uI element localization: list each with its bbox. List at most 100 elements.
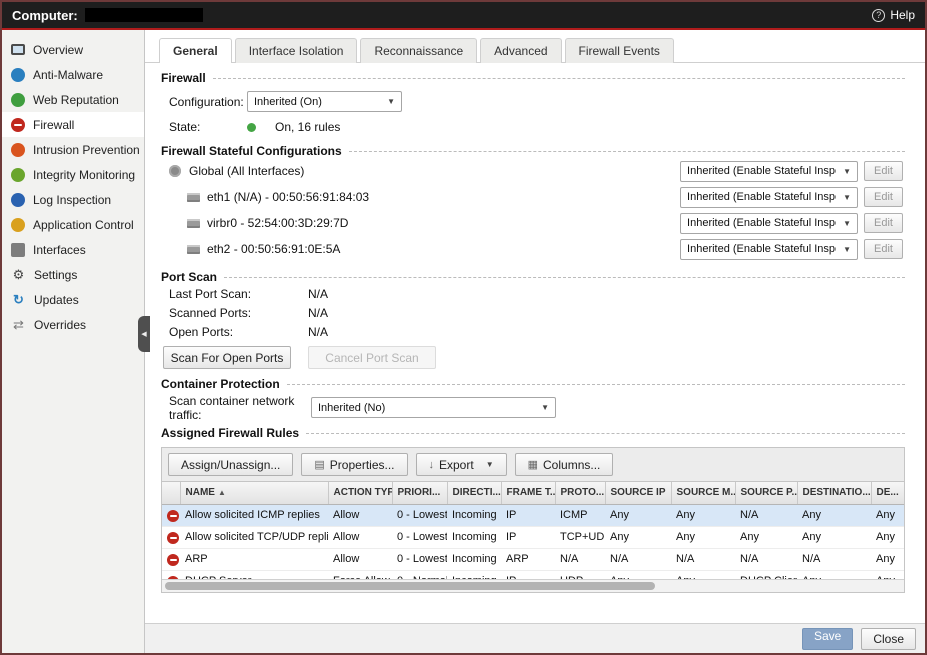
chevron-down-icon: ▼ xyxy=(541,403,549,412)
sidebar-item-label: Integrity Monitoring xyxy=(33,168,135,182)
container-traffic-label: Scan container network traffic: xyxy=(169,394,311,422)
cancel-port-scan-button: Cancel Port Scan xyxy=(308,346,436,369)
column-header-direction[interactable]: DIRECTI... xyxy=(447,482,501,504)
help-button[interactable]: ? Help xyxy=(872,8,915,22)
stateful-dropdown-virbr0[interactable]: Inherited (Enable Stateful Inspection ▼ xyxy=(680,213,858,234)
column-header-source-port[interactable]: SOURCE P... xyxy=(735,482,797,504)
section-title-text: Assigned Firewall Rules xyxy=(161,426,299,440)
assign-unassign-button[interactable]: Assign/Unassign... xyxy=(168,453,293,476)
sidebar-item-settings[interactable]: ⚙ Settings xyxy=(2,262,144,287)
table-row[interactable]: Allow solicited ICMP repliesAllow 0 - Lo… xyxy=(162,504,904,526)
close-button[interactable]: Close xyxy=(861,628,916,650)
sidebar-item-label: Overview xyxy=(33,43,83,57)
column-header-priority[interactable]: PRIORI... xyxy=(392,482,447,504)
state-value: On, 16 rules xyxy=(275,120,340,134)
container-traffic-value: Inherited (No) xyxy=(318,402,534,414)
column-header-destination[interactable]: DESTINATIO... xyxy=(797,482,871,504)
sidebar-item-label: Updates xyxy=(34,293,79,307)
tab-advanced[interactable]: Advanced xyxy=(480,38,561,63)
table-row[interactable]: DHCP ServerForce Allow 0 - NormalIncomin… xyxy=(162,570,904,579)
stateful-dropdown-eth1[interactable]: Inherited (Enable Stateful Inspection ▼ xyxy=(680,187,858,208)
columns-icon: ▦ xyxy=(528,458,538,471)
tab-label: Interface Isolation xyxy=(249,44,344,58)
rules-horizontal-scrollbar[interactable] xyxy=(162,579,904,592)
scanned-ports-value: N/A xyxy=(308,306,328,320)
help-label: Help xyxy=(890,8,915,22)
sidebar-item-interfaces[interactable]: Interfaces xyxy=(2,237,144,262)
sidebar-item-label: Firewall xyxy=(33,118,74,132)
chevron-down-icon: ▼ xyxy=(843,245,851,254)
column-header-source-mac[interactable]: SOURCE M... xyxy=(671,482,735,504)
column-header-name[interactable]: NAME▲ xyxy=(180,482,328,504)
sidebar-item-updates[interactable]: ↻ Updates xyxy=(2,287,144,312)
stateful-row-label: eth1 (N/A) - 00:50:56:91:84:03 xyxy=(207,190,369,204)
tab-firewall-events[interactable]: Firewall Events xyxy=(565,38,674,63)
stateful-row-label: eth2 - 00:50:56:91:0E:5A xyxy=(207,242,340,256)
sidebar: Overview Anti-Malware Web Reputation Fir… xyxy=(2,30,145,653)
button-label: Assign/Unassign... xyxy=(181,458,280,472)
table-row[interactable]: ARPAllow 0 - LowestIncoming ARPN/A N/AN/… xyxy=(162,548,904,570)
container-protection-section-title: Container Protection xyxy=(161,377,905,391)
state-label: State: xyxy=(169,120,247,134)
section-title-text: Container Protection xyxy=(161,377,280,391)
sidebar-item-overrides[interactable]: ⇄ Overrides xyxy=(2,312,144,337)
scan-for-open-ports-button[interactable]: Scan For Open Ports xyxy=(163,346,291,369)
save-button[interactable]: Save xyxy=(802,628,853,650)
sidebar-item-intrusion-prevention[interactable]: Intrusion Prevention xyxy=(2,137,144,162)
edit-button-eth1[interactable]: Edit xyxy=(864,187,903,207)
stateful-dropdown-value: Inherited (Enable Stateful Inspection xyxy=(687,165,836,177)
tab-interface-isolation[interactable]: Interface Isolation xyxy=(235,38,358,63)
sidebar-collapse-handle[interactable]: ◀ xyxy=(138,316,150,352)
stateful-dropdown-value: Inherited (Enable Stateful Inspection xyxy=(687,191,836,203)
sidebar-item-firewall[interactable]: Firewall xyxy=(2,112,144,137)
configuration-dropdown[interactable]: Inherited (On) ▼ xyxy=(247,91,402,112)
edit-button-virbr0[interactable]: Edit xyxy=(864,213,903,233)
edit-button-global[interactable]: Edit xyxy=(864,161,903,181)
column-header-action-type[interactable]: ACTION TYP... xyxy=(328,482,392,504)
table-row[interactable]: Allow solicited TCP/UDP repliesAllow 0 -… xyxy=(162,526,904,548)
stateful-row-label: Global (All Interfaces) xyxy=(189,164,304,178)
button-label: Export xyxy=(439,458,474,472)
web-reputation-icon xyxy=(11,93,25,107)
stateful-dropdown-global[interactable]: Inherited (Enable Stateful Inspection ▼ xyxy=(680,161,858,182)
button-label: Columns... xyxy=(543,458,600,472)
button-label: Properties... xyxy=(330,458,395,472)
rules-header-row: NAME▲ ACTION TYP... PRIORI... DIRECTI...… xyxy=(162,482,904,504)
tab-general[interactable]: General xyxy=(159,38,232,63)
network-interface-icon xyxy=(187,219,200,228)
stateful-row-eth1: eth1 (N/A) - 00:50:56:91:84:03 Inherited… xyxy=(169,184,905,210)
configuration-label: Configuration: xyxy=(169,95,247,109)
stateful-dropdown-eth2[interactable]: Inherited (Enable Stateful Inspection ▼ xyxy=(680,239,858,260)
properties-button[interactable]: ▤ Properties... xyxy=(301,453,407,476)
sidebar-item-application-control[interactable]: Application Control xyxy=(2,212,144,237)
column-header-frame-type[interactable]: FRAME T... xyxy=(501,482,555,504)
open-ports-label: Open Ports: xyxy=(169,325,308,339)
anti-malware-icon xyxy=(11,68,25,82)
port-scan-section-title: Port Scan xyxy=(161,270,905,284)
column-header-protocol[interactable]: PROTO... xyxy=(555,482,605,504)
stateful-dropdown-value: Inherited (Enable Stateful Inspection xyxy=(687,217,836,229)
container-traffic-dropdown[interactable]: Inherited (No) ▼ xyxy=(311,397,556,418)
column-label: NAME xyxy=(186,487,215,498)
sidebar-item-overview[interactable]: Overview xyxy=(2,37,144,62)
scrollbar-thumb[interactable] xyxy=(165,582,655,590)
window-title: Computer: xyxy=(12,8,78,23)
column-header-de[interactable]: DE... xyxy=(871,482,904,504)
tab-bar: General Interface Isolation Reconnaissan… xyxy=(145,30,925,63)
assigned-rules-section-title: Assigned Firewall Rules xyxy=(161,426,905,440)
sidebar-item-web-reputation[interactable]: Web Reputation xyxy=(2,87,144,112)
sidebar-item-anti-malware[interactable]: Anti-Malware xyxy=(2,62,144,87)
columns-button[interactable]: ▦ Columns... xyxy=(515,453,614,476)
updates-icon: ↻ xyxy=(11,293,26,307)
stateful-row-eth2: eth2 - 00:50:56:91:0E:5A Inherited (Enab… xyxy=(169,236,905,262)
properties-icon: ▤ xyxy=(314,458,324,471)
tab-reconnaissance[interactable]: Reconnaissance xyxy=(360,38,477,63)
export-button[interactable]: ↓ Export ▼ xyxy=(416,453,507,476)
chevron-left-icon: ◀ xyxy=(141,330,146,338)
edit-button-eth2[interactable]: Edit xyxy=(864,239,903,259)
gear-icon: ⚙ xyxy=(11,268,26,282)
column-header-source-ip[interactable]: SOURCE IP xyxy=(605,482,671,504)
sidebar-item-log-inspection[interactable]: Log Inspection xyxy=(2,187,144,212)
sidebar-item-integrity-monitoring[interactable]: Integrity Monitoring xyxy=(2,162,144,187)
export-icon: ↓ xyxy=(429,459,435,471)
